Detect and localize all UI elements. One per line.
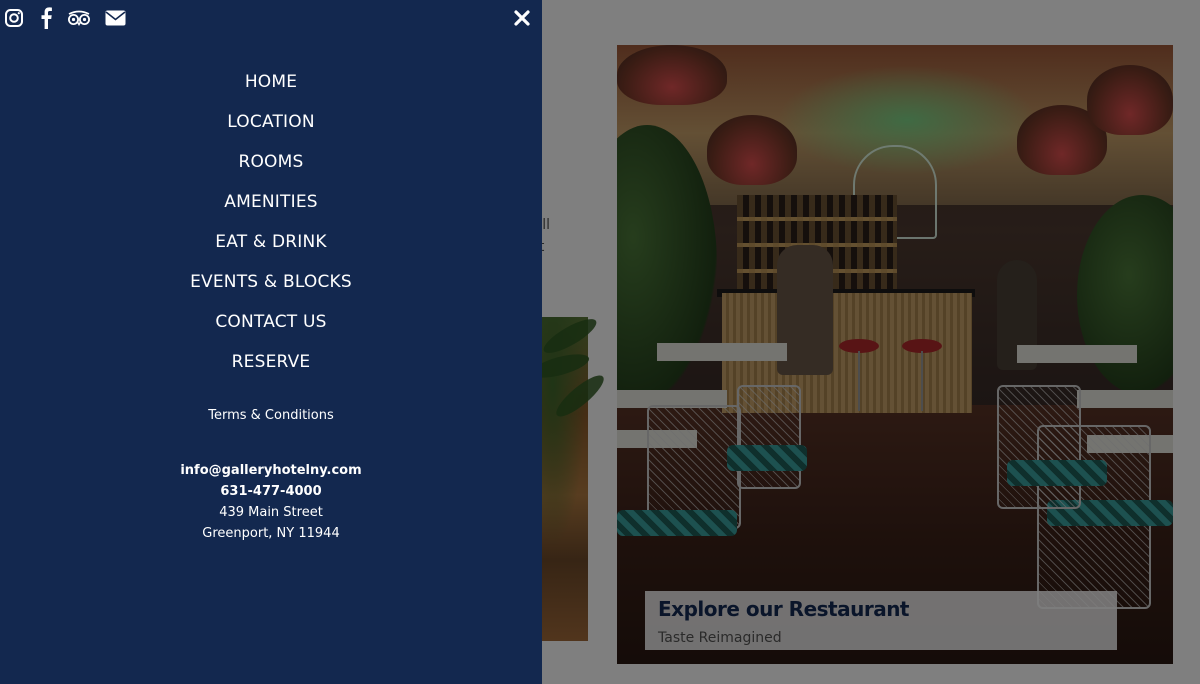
nav-item: RESERVE	[0, 350, 542, 390]
nav-item: HOME	[0, 70, 542, 110]
nav-link-contact-us[interactable]: CONTACT US	[215, 310, 326, 334]
nav-link-amenities[interactable]: AMENITIES	[224, 190, 318, 214]
nav-link-reserve[interactable]: RESERVE	[232, 350, 311, 374]
nav-link-location[interactable]: LOCATION	[227, 110, 315, 134]
contact-email-link[interactable]: info@galleryhotelny.com	[0, 460, 542, 481]
nav-item: CONTACT US	[0, 310, 542, 350]
nav-link-eat-drink[interactable]: EAT & DRINK	[215, 230, 326, 254]
contact-info: info@galleryhotelny.com 631-477-4000 439…	[0, 460, 542, 544]
instagram-icon[interactable]	[4, 7, 28, 31]
close-menu-button[interactable]	[512, 8, 532, 28]
nav-item: EVENTS & BLOCKS	[0, 270, 542, 310]
address-line-2: Greenport, NY 11944	[202, 526, 340, 541]
nav-link-rooms[interactable]: ROOMS	[238, 150, 303, 174]
close-icon	[512, 10, 532, 32]
nav-item: AMENITIES	[0, 190, 542, 230]
nav-menu-panel: HOME LOCATION ROOMS AMENITIES EAT & DRIN…	[0, 0, 542, 684]
page: e for all what	[0, 0, 1200, 684]
address-line-1: 439 Main Street	[219, 505, 323, 520]
contact-phone-link[interactable]: 631-477-4000	[0, 481, 542, 502]
email-icon[interactable]	[105, 7, 129, 31]
nav-link-home[interactable]: HOME	[245, 70, 297, 94]
nav-link-events-blocks[interactable]: EVENTS & BLOCKS	[190, 270, 352, 294]
nav-item: EAT & DRINK	[0, 230, 542, 270]
facebook-icon[interactable]	[39, 7, 63, 31]
tripadvisor-icon[interactable]	[67, 7, 93, 31]
terms-link[interactable]: Terms & Conditions	[0, 408, 542, 423]
main-nav: HOME LOCATION ROOMS AMENITIES EAT & DRIN…	[0, 70, 542, 390]
nav-item: LOCATION	[0, 110, 542, 150]
nav-item: ROOMS	[0, 150, 542, 190]
